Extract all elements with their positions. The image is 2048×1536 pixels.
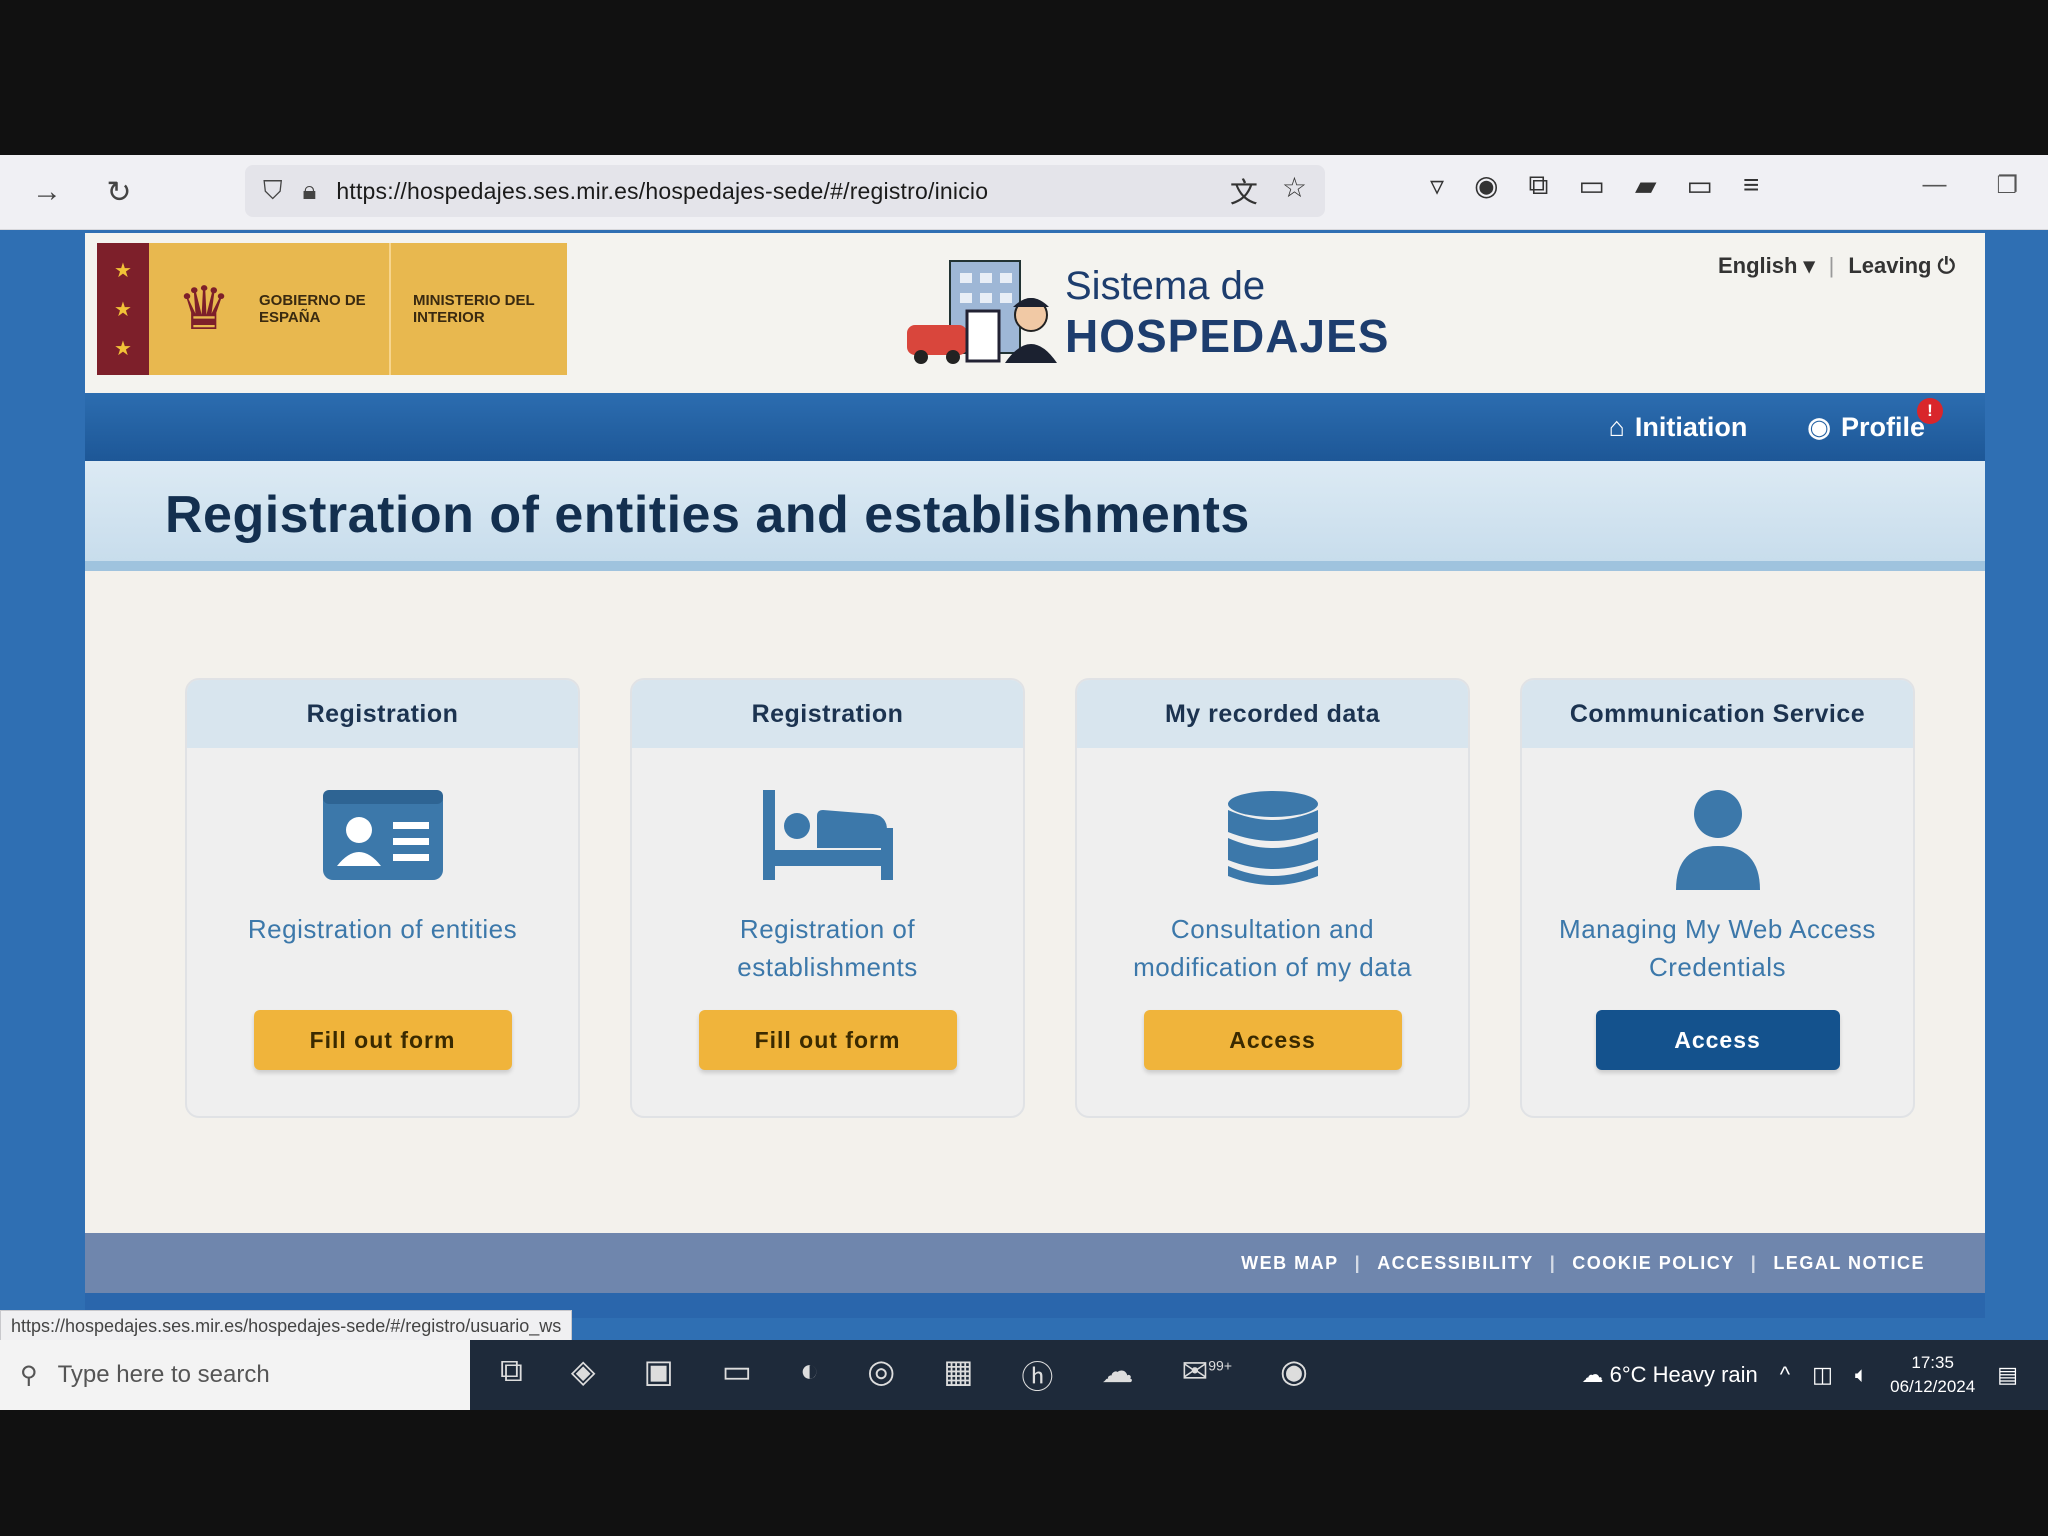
system-tray: ☁ 6°C Heavy rain ^ ◫ 🔈︎ 17:35 06/12/2024… <box>1581 1340 2018 1410</box>
id-card-icon <box>187 790 578 880</box>
card-title: Communication Service <box>1522 680 1913 748</box>
card-description: Registration of entities <box>247 914 518 944</box>
camera-icon[interactable]: ◎ <box>867 1352 895 1398</box>
reload-icon[interactable]: ↻ <box>94 167 144 217</box>
weather-app-icon[interactable]: ☁ <box>1101 1352 1133 1398</box>
taskbar-apps: ⧉ ◈ ▣ ▭ ◐ ◎ ▦ ⓗ ☁ ✉99+ ◉ <box>500 1352 1308 1398</box>
minimize-icon[interactable]: — <box>1922 171 1946 200</box>
site-header: ★ ★ ★ ♛ GOBIERNO DE ESPAÑA MINISTERIO DEL … <box>85 233 1985 393</box>
lock-icon[interactable]: 🔒︎ <box>303 175 317 207</box>
footer-web-map-link[interactable]: WEB MAP <box>1241 1253 1339 1274</box>
card-title: Registration <box>632 680 1023 748</box>
search-placeholder: Type here to search <box>57 1361 270 1388</box>
restore-icon[interactable]: ❐ <box>1996 171 2018 200</box>
edge-icon[interactable]: ◐ <box>800 1352 819 1398</box>
taskbar-search[interactable]: ⚲ Type here to search <box>0 1340 470 1410</box>
home-icon: ⌂ <box>1608 411 1625 442</box>
access-my-data-button[interactable]: Access <box>1143 1010 1402 1070</box>
header-user-menu: English ▾ | Leaving ⏻ <box>1718 253 1955 279</box>
hotel-illustration-icon <box>905 253 1065 373</box>
photos-icon[interactable]: ▣ <box>643 1352 673 1398</box>
extensions-icon[interactable]: ⧉ <box>1529 169 1549 202</box>
gov-text-2: MINISTERIO DEL INTERIOR <box>413 292 535 326</box>
weather-widget[interactable]: ☁ 6°C Heavy rain <box>1581 1362 1757 1388</box>
address-bar[interactable]: ⛉ 🔒︎ https://hospedajes.ses.mir.es/hospe… <box>245 165 1325 217</box>
clock[interactable]: 17:35 06/12/2024 <box>1890 1351 1975 1399</box>
nav-profile[interactable]: ◉ Profile ! <box>1807 397 1943 443</box>
window-icon[interactable]: ▭ <box>1687 169 1713 202</box>
pip-icon[interactable]: ▰ <box>1635 169 1657 202</box>
footer-accessibility-link[interactable]: ACCESSIBILITY <box>1377 1253 1534 1274</box>
hospedajes-brand[interactable]: Sistema de HOSPEDAJES <box>905 253 1389 373</box>
web-page: ★ ★ ★ ♛ GOBIERNO DE ESPAÑA MINISTERIO DEL … <box>85 233 1985 1318</box>
flag-stripe: ★ ★ ★ <box>97 243 149 375</box>
file-explorer-icon[interactable]: ▭ <box>722 1352 752 1398</box>
card-title: Registration <box>187 680 578 748</box>
card-communication-service: Communication Service Managing My Web Ac… <box>1520 678 1915 1118</box>
firefox-icon[interactable]: ◉ <box>1280 1352 1308 1398</box>
nav-initiation[interactable]: ⌂ Initiation <box>1609 412 1748 443</box>
gobierno-logo[interactable]: ★ ★ ★ ♛ GOBIERNO DE ESPAÑA MINISTERIO DEL … <box>97 243 567 375</box>
card-title: My recorded data <box>1077 680 1468 748</box>
card-registration-entities: Registration Registration of entities Fi… <box>185 678 580 1118</box>
archive-icon[interactable]: ▭ <box>1579 169 1605 202</box>
chevron-up-icon[interactable]: ^ <box>1780 1362 1790 1388</box>
card-description: Managing My Web Access Credentials <box>1559 914 1876 982</box>
profile-alert-badge: ! <box>1917 397 1943 424</box>
main-navbar: ⌂ Initiation ◉ Profile ! <box>85 393 1985 461</box>
database-icon <box>1077 790 1468 890</box>
status-bar-url: https://hospedajes.ses.mir.es/hospedajes… <box>0 1310 573 1342</box>
screen: → ↻ ⛉ 🔒︎ https://hospedajes.ses.mir.es/h… <box>0 155 2048 1410</box>
fill-out-form-entities-button[interactable]: Fill out form <box>253 1010 512 1070</box>
brand-line-1: Sistema de <box>1065 263 1266 308</box>
page-title: Registration of entities and establishme… <box>165 486 1250 544</box>
card-grid: Registration Registration of entities Fi… <box>185 678 1915 1118</box>
translate-icon[interactable]: 文 <box>1230 171 1258 211</box>
mail-icon[interactable]: ✉99+ <box>1181 1352 1232 1398</box>
bookmark-star-icon[interactable]: ☆ <box>1282 171 1307 211</box>
hp-icon[interactable]: ⓗ <box>1021 1352 1053 1398</box>
gov-text-1: GOBIERNO DE ESPAÑA <box>259 292 366 326</box>
card-my-recorded-data: My recorded data Consultation and modifi… <box>1075 678 1470 1118</box>
copilot-icon[interactable]: ◈ <box>571 1352 596 1398</box>
task-view-icon[interactable]: ⧉ <box>500 1352 523 1398</box>
menu-icon[interactable]: ≡ <box>1743 169 1759 202</box>
shield-icon[interactable]: ⛉ <box>263 175 283 207</box>
language-selector[interactable]: English ▾ <box>1718 253 1815 279</box>
brand-line-2: HOSPEDAJES <box>1065 309 1390 362</box>
leaving-link[interactable]: Leaving ⏻ <box>1848 253 1955 279</box>
user-icon <box>1522 790 1913 890</box>
card-description: Consultation and modification of my data <box>1133 914 1412 982</box>
footer-legal-notice-link[interactable]: LEGAL NOTICE <box>1773 1253 1925 1274</box>
card-registration-establishments: Registration Registration of establishme… <box>630 678 1025 1118</box>
network-icon[interactable]: ◫ <box>1812 1362 1833 1388</box>
access-communication-service-button[interactable]: Access <box>1595 1010 1840 1070</box>
windows-taskbar: ⚲ Type here to search ⧉ ◈ ▣ ▭ ◐ ◎ ▦ ⓗ ☁ … <box>0 1340 2048 1410</box>
user-circle-icon: ◉ <box>1807 411 1831 442</box>
search-icon: ⚲ <box>20 1361 38 1389</box>
volume-icon[interactable]: 🔈︎ <box>1855 1362 1868 1388</box>
title-band: Registration of entities and establishme… <box>85 461 1985 571</box>
pocket-icon[interactable]: ▿ <box>1430 169 1444 202</box>
fill-out-form-establishments-button[interactable]: Fill out form <box>698 1010 957 1070</box>
bed-icon <box>632 790 1023 880</box>
coat-of-arms-icon: ♛ <box>177 275 231 342</box>
account-icon[interactable]: ◉ <box>1474 169 1498 202</box>
power-icon: ⏻ <box>1937 253 1955 278</box>
notification-icon[interactable]: ▤ <box>1997 1362 2018 1388</box>
footer-cookie-policy-link[interactable]: COOKIE POLICY <box>1572 1253 1735 1274</box>
site-footer: WEB MAP | ACCESSIBILITY | COOKIE POLICY … <box>85 1233 1985 1293</box>
forward-icon[interactable]: → <box>22 167 72 217</box>
card-description: Registration of establishments <box>737 914 918 982</box>
store-icon[interactable]: ▦ <box>943 1352 973 1398</box>
browser-toolbar: → ↻ ⛉ 🔒︎ https://hospedajes.ses.mir.es/h… <box>0 155 2048 230</box>
url-text[interactable]: https://hospedajes.ses.mir.es/hospedajes… <box>336 178 988 205</box>
